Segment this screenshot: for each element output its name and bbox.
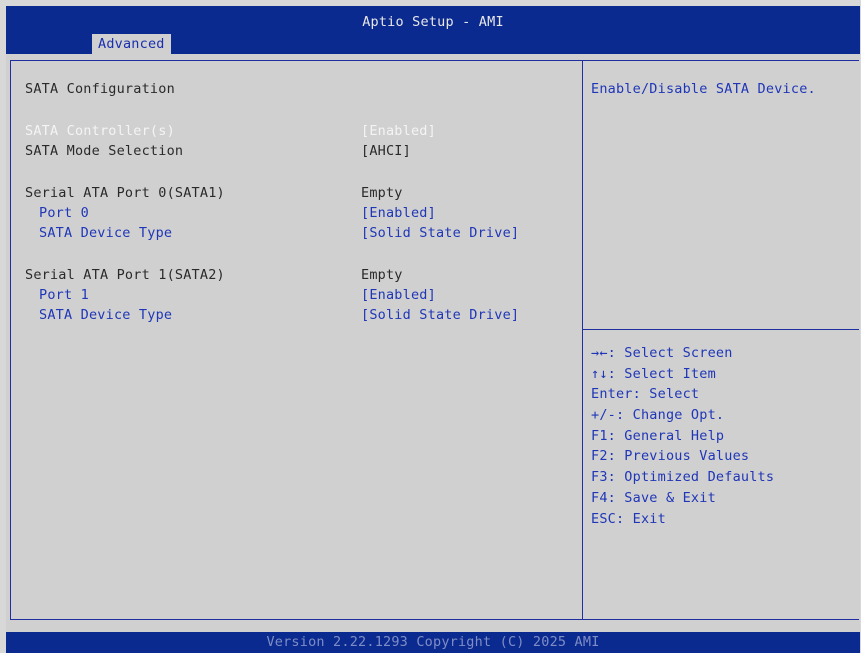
key-select-screen: →←: Select Screen	[591, 345, 733, 361]
status-serial-ata-port-1: Serial ATA Port 1(SATA2) Empty	[25, 265, 565, 285]
status-value: Empty	[361, 185, 403, 201]
key-legend: →←: Select Screen ↑↓: Select Item Enter:…	[591, 343, 774, 529]
header-bar: Aptio Setup - AMI Advanced	[6, 6, 860, 54]
setting-label: SATA Controller(s)	[25, 123, 175, 139]
setting-label: Port 1	[39, 287, 89, 303]
main-area: SATA Configuration SATA Controller(s) [E…	[6, 54, 860, 632]
setting-label: Port 0	[39, 205, 89, 221]
settings-panel: SATA Configuration SATA Controller(s) [E…	[10, 60, 583, 620]
key-select-item: ↑↓: Select Item	[591, 365, 716, 382]
version-footer: Version 2.22.1293 Copyright (C) 2025 AMI	[6, 632, 860, 653]
window-title: Aptio Setup - AMI	[362, 14, 504, 30]
key-general-help: F1: General Help	[591, 427, 725, 444]
key-exit: ESC: Exit	[591, 510, 666, 527]
key-enter-select: Enter: Select	[591, 386, 700, 403]
key-change-option: +/-: Change Opt.	[591, 407, 725, 424]
setting-port-0[interactable]: Port 0 [Enabled]	[25, 203, 565, 223]
setting-value: [AHCI]	[361, 143, 411, 159]
status-label: Serial ATA Port 1(SATA2)	[25, 267, 225, 283]
help-divider	[583, 329, 859, 330]
status-serial-ata-port-0: Serial ATA Port 0(SATA1) Empty	[25, 183, 565, 203]
setting-sata-device-type-port-1[interactable]: SATA Device Type [Solid State Drive]	[25, 305, 565, 325]
tab-advanced[interactable]: Advanced	[92, 34, 171, 54]
setting-label: SATA Device Type	[39, 307, 173, 323]
setting-sata-mode-selection: SATA Mode Selection [AHCI]	[25, 141, 565, 161]
setting-value: [Enabled]	[361, 123, 436, 139]
setting-label: SATA Mode Selection	[25, 143, 184, 159]
help-panel: Enable/Disable SATA Device. →←: Select S…	[582, 60, 859, 620]
key-save-exit: F4: Save & Exit	[591, 489, 716, 506]
key-optimized-defaults: F3: Optimized Defaults	[591, 469, 775, 486]
setting-label: SATA Device Type	[39, 225, 173, 241]
setting-port-1[interactable]: Port 1 [Enabled]	[25, 285, 565, 305]
setting-value: [Enabled]	[361, 205, 436, 221]
setting-value: [Solid State Drive]	[361, 307, 520, 323]
setting-sata-controllers[interactable]: SATA Controller(s) [Enabled]	[25, 121, 565, 141]
key-previous-values: F2: Previous Values	[591, 448, 750, 465]
setting-sata-device-type-port-0[interactable]: SATA Device Type [Solid State Drive]	[25, 223, 565, 243]
help-description: Enable/Disable SATA Device.	[591, 81, 816, 97]
setting-value: [Solid State Drive]	[361, 225, 520, 241]
section-title-label: SATA Configuration	[25, 81, 175, 97]
bios-screen: Aptio Setup - AMI Advanced SATA Configur…	[0, 0, 861, 653]
status-value: Empty	[361, 267, 403, 283]
status-label: Serial ATA Port 0(SATA1)	[25, 185, 225, 201]
setting-value: [Enabled]	[361, 287, 436, 303]
